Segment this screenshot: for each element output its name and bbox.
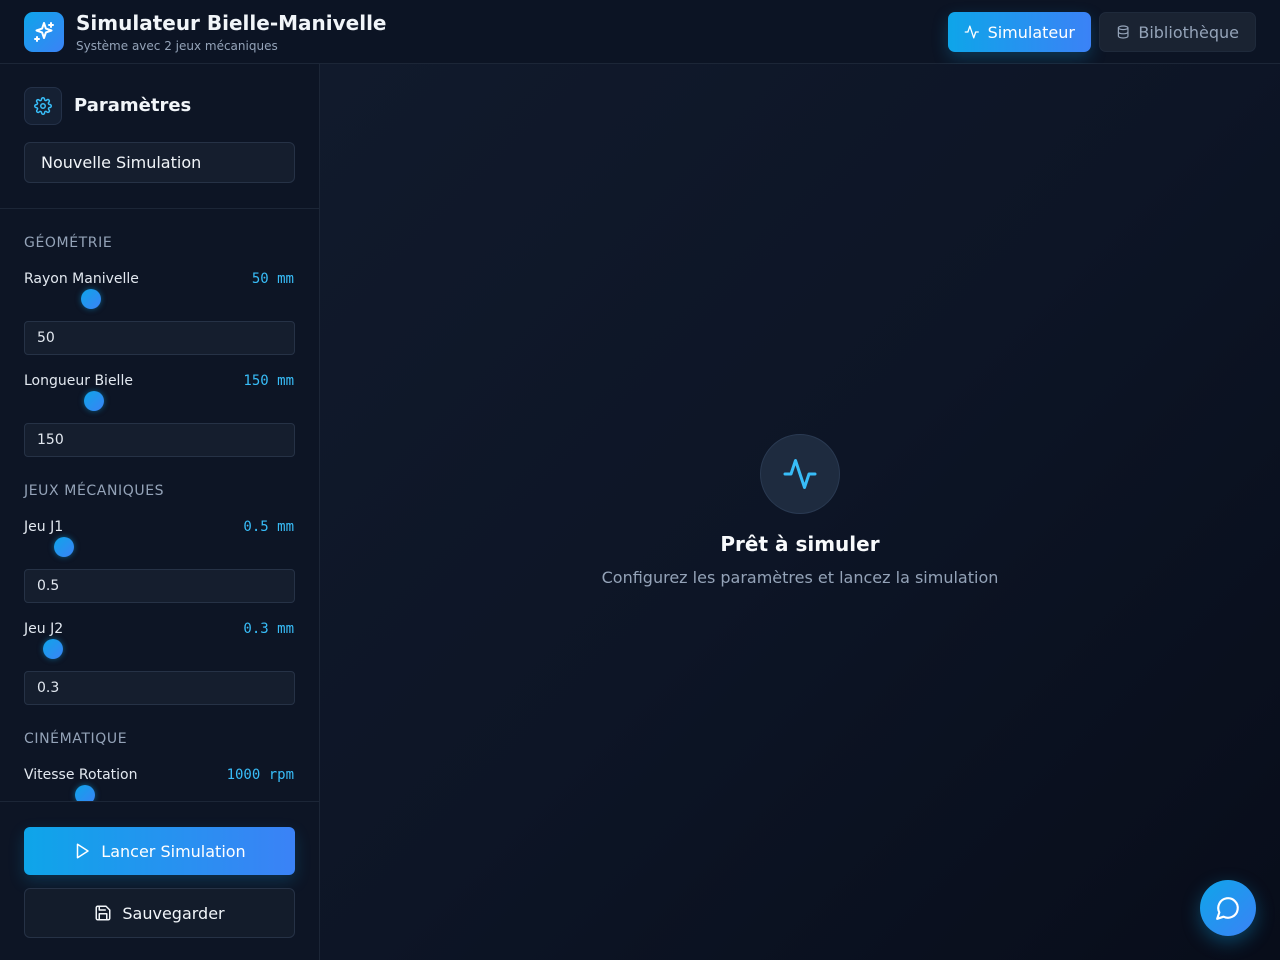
database-icon	[1117, 25, 1129, 39]
crank-radius-input[interactable]	[24, 321, 295, 355]
section-clearances: JEUX MÉCANIQUES	[24, 483, 165, 499]
j1-slider-thumb[interactable]	[53, 537, 74, 557]
empty-state-description: Configurez les paramètres et lancez la s…	[601, 568, 999, 587]
section-geometry: GÉOMÉTRIE	[24, 235, 113, 251]
empty-state-title: Prêt à simuler	[720, 532, 880, 556]
rod-length-value: 150 mm	[243, 373, 294, 389]
rod-length-slider[interactable]	[24, 391, 295, 411]
nav-simulator-button[interactable]: Simulateur	[948, 12, 1091, 52]
j2-value: 0.3 mm	[243, 621, 294, 637]
rotation-speed-label: Vitesse Rotation	[24, 767, 138, 783]
sidebar-actions: Lancer Simulation Sauvegarder	[0, 801, 319, 960]
nav-library-label: Bibliothèque	[1138, 22, 1239, 42]
rotation-speed-slider[interactable]	[24, 785, 295, 805]
section-kinematics: CINÉMATIQUE	[24, 731, 128, 747]
j2-slider-thumb[interactable]	[42, 639, 63, 659]
j2-label: Jeu J2	[24, 621, 64, 637]
settings-icon	[24, 87, 62, 125]
rod-length-input[interactable]	[24, 423, 295, 457]
crank-radius-label: Rayon Manivelle	[24, 271, 139, 287]
j1-label: Jeu J1	[24, 519, 64, 535]
rod-length-slider-thumb[interactable]	[83, 391, 104, 411]
run-simulation-button[interactable]: Lancer Simulation	[24, 827, 295, 875]
activity-icon	[760, 434, 840, 514]
save-label: Sauvegarder	[122, 903, 225, 923]
message-circle-icon	[1216, 897, 1239, 920]
app-subtitle: Système avec 2 jeux mécaniques	[76, 39, 278, 53]
save-button[interactable]: Sauvegarder	[24, 888, 295, 938]
simulation-name-input[interactable]	[24, 142, 295, 183]
rod-length-label: Longueur Bielle	[24, 373, 133, 389]
chat-button[interactable]	[1200, 880, 1256, 936]
run-simulation-label: Lancer Simulation	[101, 841, 246, 861]
activity-icon	[964, 25, 979, 39]
nav-simulator-label: Simulateur	[987, 22, 1075, 42]
simulation-area: Prêt à simuler Configurez les paramètres…	[320, 64, 1280, 960]
crank-radius-slider[interactable]	[24, 289, 295, 309]
parameters-sidebar: Paramètres GÉOMÉTRIE Rayon Manivelle 50 …	[0, 64, 320, 960]
app-header: Simulateur Bielle-Manivelle Système avec…	[0, 0, 1280, 64]
crank-radius-value: 50 mm	[251, 271, 294, 287]
j1-input[interactable]	[24, 569, 295, 603]
play-icon	[77, 843, 90, 859]
rotation-speed-value: 1000 rpm	[226, 767, 294, 783]
app-title: Simulateur Bielle-Manivelle	[76, 11, 387, 35]
j1-slider[interactable]	[24, 537, 295, 557]
sparkles-logo-icon	[24, 12, 64, 52]
j1-value: 0.5 mm	[243, 519, 294, 535]
save-icon	[95, 905, 111, 921]
divider	[0, 208, 319, 209]
nav-library-button[interactable]: Bibliothèque	[1099, 12, 1256, 52]
j2-input[interactable]	[24, 671, 295, 705]
parameters-title: Paramètres	[74, 95, 192, 116]
crank-radius-slider-thumb[interactable]	[80, 289, 101, 309]
j2-slider[interactable]	[24, 639, 295, 659]
